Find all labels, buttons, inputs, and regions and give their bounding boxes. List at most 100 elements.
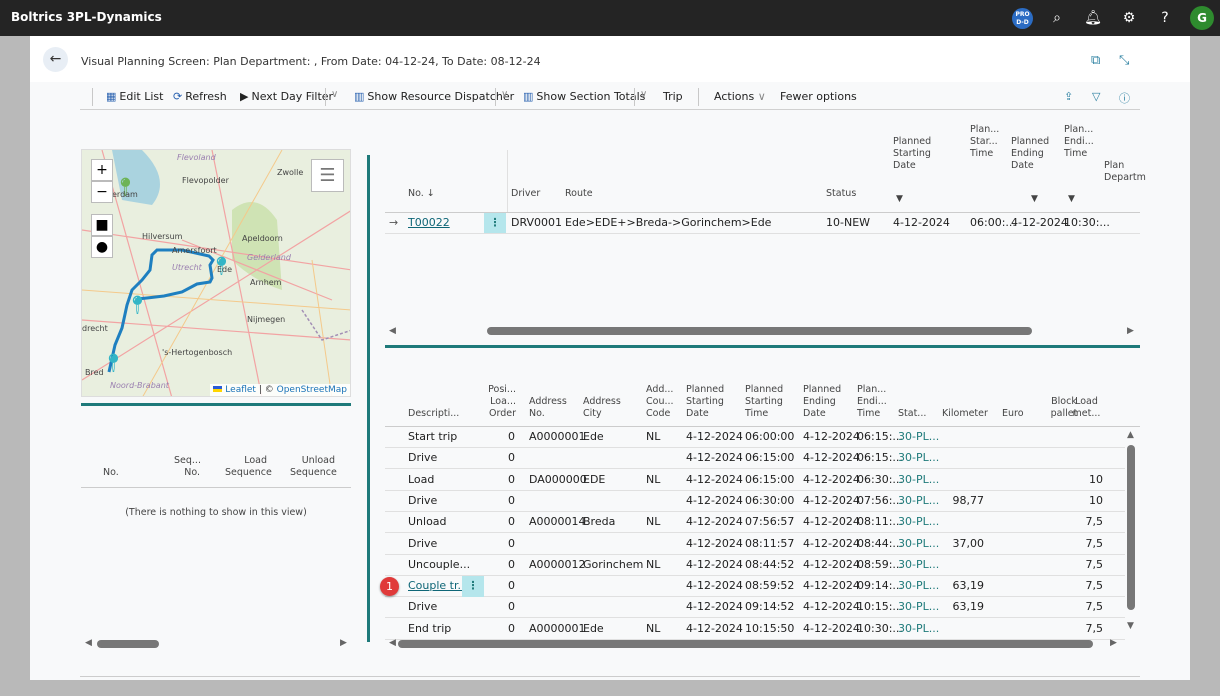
scroll-right-icon[interactable]: ▶ [1110,638,1117,648]
column-header[interactable]: Planned Starting Time [745,384,797,420]
column-header[interactable]: Planned Starting Date [686,384,738,420]
draw-circle-button[interactable]: ● [91,236,113,258]
cell[interactable]: Couple tr... [408,579,468,592]
cell: 4-12-2024 [803,515,860,529]
share-icon[interactable]: ⇪ [1064,90,1073,103]
row-menu-button[interactable]: ⋮ [462,576,484,598]
chevron-down-icon[interactable]: ∨ [501,89,508,100]
vertical-scrollbar[interactable] [1127,445,1135,610]
column-header[interactable]: Plan Departm [1104,160,1146,184]
cell: 98,77 [952,493,985,507]
scroll-right-icon[interactable]: ▶ [340,638,347,648]
column-header[interactable]: Address City [583,396,635,420]
column-header-no[interactable]: No. [103,467,119,479]
cell: 4-12-2024 [686,430,743,443]
trip-button[interactable]: Trip [663,90,683,103]
column-header[interactable]: Driver [511,188,551,200]
scroll-up-icon[interactable]: ▲ [1127,430,1134,440]
cell: 10:15:50 [745,621,795,635]
osm-link[interactable]: OpenStreetMap [277,385,347,395]
cell-route: Ede>EDE+>Breda->Gorinchem>Ede [565,216,772,229]
column-header[interactable]: Posi... Loa... Order [488,384,516,420]
column-header[interactable]: Plan... Endi... Time [1064,124,1104,160]
cell: 7,5 [1085,557,1104,571]
bell-icon[interactable]: 🔔︎ [1083,8,1103,28]
layers-icon[interactable]: ☰ [311,159,344,192]
column-header[interactable]: Planned Ending Date [803,384,855,420]
fewer-options-button[interactable]: Fewer options [780,90,857,103]
scroll-left-icon[interactable]: ◀ [389,326,396,336]
show-section-totals-button[interactable]: ▥ Show Section Totals [523,90,645,103]
cell: 4-12-2024 [803,536,860,550]
scroll-down-icon[interactable]: ▼ [1127,621,1134,631]
help-icon[interactable]: ? [1155,8,1175,28]
row-menu-button[interactable]: ⋮ [484,213,506,234]
search-icon[interactable]: ⌕ [1047,8,1067,28]
route-map[interactable]: 📍︎ 📍︎ 📍︎ 📍︎ Flevoland Flevopolder erdam Hil… [81,149,351,397]
avatar[interactable]: G [1190,6,1214,30]
info-icon[interactable]: ⓘ [1119,90,1130,106]
map-attribution: Leaflet | © OpenStreetMap [210,384,350,396]
column-header[interactable]: Planned Starting Date [893,136,953,172]
map-marker-icon[interactable]: 📍︎ [102,353,125,374]
column-header[interactable]: Status [826,188,866,200]
chevron-down-icon[interactable]: ∨ [331,89,338,100]
cell: 0 [508,557,515,571]
column-header-unload-sequence[interactable]: Unload Sequence [290,455,337,479]
cell: 4-12-2024 [686,579,743,593]
divider [507,150,508,212]
column-header[interactable]: Planned Ending Date [1011,136,1051,172]
cell: Unload [408,515,447,529]
column-header[interactable]: Descripti... [408,408,460,420]
edit-list-button[interactable]: ▦ Edit List [106,90,163,103]
gear-icon[interactable]: ⚙ [1119,8,1139,28]
cell: 4-12-2024 [686,451,743,465]
horizontal-scrollbar[interactable] [97,640,159,648]
cell: 4-12-2024 [803,430,860,443]
filter-icon: ▼ [1068,194,1075,204]
column-header[interactable]: No. ↓ [408,188,448,200]
filter-icon: ▼ [1031,194,1038,204]
zoom-out-button[interactable]: − [91,181,113,203]
cell: 7,5 [1085,515,1104,529]
cell: Ede [583,430,604,443]
show-resource-dispatcher-button[interactable]: ▥ Show Resource Dispatcher [354,90,514,103]
column-header[interactable]: Route [565,188,605,200]
column-header-seq-no[interactable]: Seq... No. [174,455,201,479]
cell: 09:14:52 [745,600,795,614]
column-header[interactable]: Address No. [529,396,581,420]
zoom-in-button[interactable]: + [91,159,113,181]
cell: 7,5 [1085,600,1104,614]
refresh-button[interactable]: ⟳ Refresh [173,90,227,103]
map-marker-icon[interactable]: 📍︎ [126,295,149,316]
cell: 10 [1089,493,1103,507]
draw-control: ■ ● [91,214,113,258]
step-badge: 1 [380,577,399,597]
page-title: Visual Planning Screen: Plan Department:… [81,55,541,68]
horizontal-scrollbar[interactable] [487,327,1032,335]
scroll-right-icon[interactable]: ▶ [1127,326,1134,336]
environment-badge[interactable]: PRO D-D [1012,8,1033,29]
trip-no-link[interactable]: T00022 [408,216,450,229]
row-divider [385,489,1125,491]
section-divider [81,403,351,406]
cell: 08:59:52 [745,579,795,593]
collapse-icon[interactable]: ⤡ [1119,53,1129,68]
column-header[interactable]: Load met... [1070,396,1103,420]
scroll-left-icon[interactable]: ◀ [85,638,92,648]
draw-rectangle-button[interactable]: ■ [91,214,113,236]
column-header[interactable]: Plan... Star... Time [970,124,1010,160]
next-day-filter-button[interactable]: ▶ Next Day Filter [240,90,333,103]
cell-driver: DRV0001 [511,216,563,229]
actions-menu[interactable]: Actions ∨ [714,90,766,103]
scroll-left-icon[interactable]: ◀ [389,638,396,648]
horizontal-scrollbar[interactable] [398,640,1093,648]
column-header[interactable]: Kilometer [942,408,994,420]
back-button[interactable]: ← [43,47,68,72]
open-new-window-icon[interactable]: ⧉ [1091,53,1100,68]
vertical-splitter[interactable] [367,155,370,642]
chevron-down-icon[interactable]: ∨ [640,89,647,100]
filter-icon[interactable]: ▽ [1092,90,1100,103]
column-header-load-sequence[interactable]: Load Sequence [225,455,272,479]
leaflet-link[interactable]: Leaflet [225,385,256,395]
